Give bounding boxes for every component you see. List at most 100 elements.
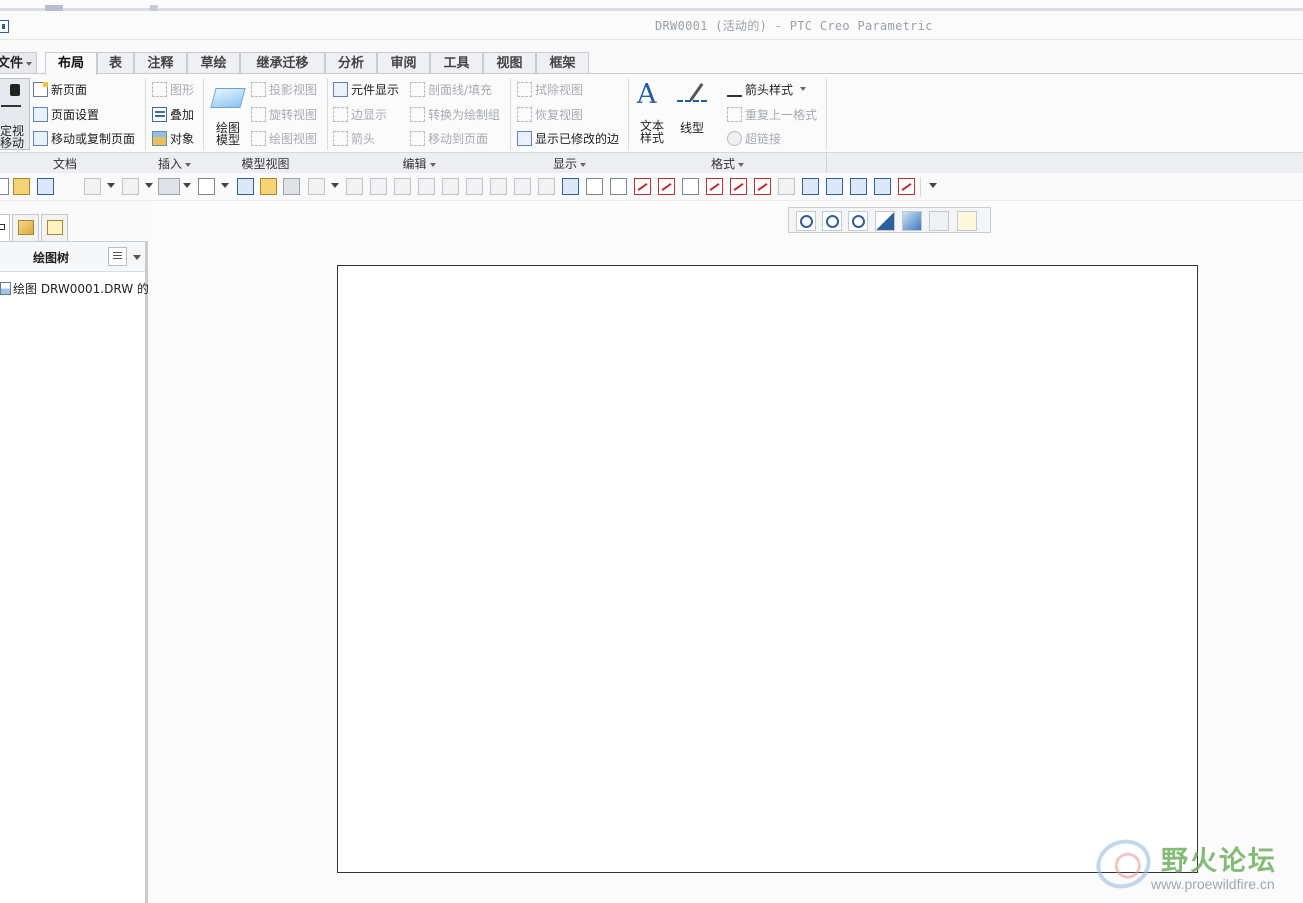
ruler-icon[interactable] <box>346 178 363 195</box>
tab-table[interactable]: 表 <box>97 52 134 74</box>
text-style-button[interactable]: A 文本 样式 <box>634 80 670 150</box>
arrow-style-button[interactable]: 箭头样式 <box>727 79 807 99</box>
resume-view-icon <box>517 106 532 122</box>
object-button[interactable]: 对象 <box>152 128 194 148</box>
graph-icon[interactable] <box>562 178 579 195</box>
tab-review[interactable]: 审阅 <box>377 52 430 74</box>
eraser-icon[interactable] <box>682 178 699 195</box>
angle-icon[interactable] <box>418 178 435 195</box>
show-modified-edges-button[interactable]: 显示已修改的边 <box>517 128 619 148</box>
frame-icon[interactable] <box>466 178 483 195</box>
chevron-down-icon[interactable] <box>145 183 153 188</box>
wave-icon[interactable] <box>394 178 411 195</box>
tab-sketch[interactable]: 草绘 <box>187 52 240 74</box>
open-folder-icon[interactable] <box>13 178 30 195</box>
open-file-icon[interactable] <box>260 178 277 195</box>
convert-draft-group-button[interactable]: 转换为绘制组 <box>410 104 500 124</box>
group-label-insert[interactable]: 插入 <box>146 156 203 172</box>
drawing-model-button[interactable]: 绘图 模型 <box>208 82 248 150</box>
overlay-button[interactable]: 叠加 <box>152 104 194 124</box>
tab-file[interactable]: 文件 <box>0 52 37 74</box>
chevron-down-icon[interactable] <box>331 183 339 188</box>
link-icon[interactable] <box>778 178 795 195</box>
annotation-display-icon[interactable] <box>957 211 977 231</box>
drawing-view-button[interactable]: 绘图视图 <box>251 128 317 148</box>
paint-icon[interactable] <box>898 178 915 195</box>
tab-analysis[interactable]: 分析 <box>325 52 377 74</box>
tab-framework[interactable]: 框架 <box>536 52 589 74</box>
flag-icon[interactable] <box>730 178 747 195</box>
refit-icon[interactable] <box>796 211 816 231</box>
tree-options-icon[interactable] <box>108 247 127 266</box>
line-style-button[interactable]: 线型 <box>673 80 711 150</box>
checkbox-icon[interactable] <box>237 178 254 195</box>
graphic-button[interactable]: 图形 <box>152 79 194 99</box>
watermark-url: www.proewildfire.cn <box>1151 876 1275 892</box>
repeat-last-format-button[interactable]: 重复上一格式 <box>727 104 817 124</box>
chevron-down-icon[interactable] <box>221 183 229 188</box>
chevron-down-icon[interactable] <box>107 183 115 188</box>
scissors-icon[interactable] <box>634 178 651 195</box>
hatching-fill-button[interactable]: 剖面线/填充 <box>410 79 492 99</box>
text-edit-icon[interactable] <box>658 178 675 195</box>
chevron-down-icon[interactable] <box>133 255 141 260</box>
drawing-sheet[interactable] <box>337 265 1198 873</box>
hyperlink-button[interactable]: 超链接 <box>727 128 781 148</box>
save-icon[interactable] <box>37 178 54 195</box>
tab-layout[interactable]: 布局 <box>45 52 97 75</box>
cube-wire-icon[interactable] <box>802 178 819 195</box>
cross-out-icon[interactable] <box>754 178 771 195</box>
window-menu-icon[interactable] <box>0 20 9 33</box>
erase-view-button[interactable]: 拭除视图 <box>517 79 583 99</box>
group-label-display[interactable]: 显示 <box>511 156 628 172</box>
projection-view-button[interactable]: 投影视图 <box>251 79 317 99</box>
tab-view[interactable]: 视图 <box>483 52 536 74</box>
stamp-icon[interactable] <box>308 178 325 195</box>
circle-slash-icon[interactable] <box>442 178 459 195</box>
dimension-icon[interactable] <box>370 178 387 195</box>
lock-view-move-button[interactable]: 定视 移动 <box>0 78 30 150</box>
redo-icon[interactable] <box>122 178 139 195</box>
dimension-horizontal-icon[interactable] <box>586 178 603 195</box>
new-page-button[interactable]: 新页面 <box>33 79 87 99</box>
page-setup-button[interactable]: 页面设置 <box>33 104 99 124</box>
erase-view-icon <box>517 81 532 97</box>
zoom-out-icon[interactable] <box>848 211 868 231</box>
toolbar-overflow-icon[interactable] <box>929 183 937 188</box>
cube-hidden-icon[interactable] <box>826 178 843 195</box>
tab-legacy-migration[interactable]: 继承迁移 <box>240 52 325 74</box>
undo-icon[interactable] <box>84 178 101 195</box>
select-box-icon[interactable] <box>158 178 180 195</box>
snap-icon[interactable] <box>283 178 300 195</box>
dimension-width-icon[interactable] <box>610 178 627 195</box>
display-style-icon[interactable] <box>902 211 922 231</box>
group-label-format[interactable]: 格式 <box>629 156 826 172</box>
sheet-setup-icon[interactable] <box>929 211 949 231</box>
revolved-view-button[interactable]: 旋转视图 <box>251 104 317 124</box>
move-copy-page-button[interactable]: 移动或复制页面 <box>33 128 135 148</box>
datum-axis-icon[interactable] <box>538 178 555 195</box>
tree-item-drawing[interactable]: 绘图 DRW0001.DRW 的 <box>0 280 149 297</box>
group-label-edit[interactable]: 编辑 <box>328 156 510 172</box>
dotted-icon[interactable] <box>490 178 507 195</box>
move-to-page-button[interactable]: 移动到页面 <box>410 128 488 148</box>
new-icon[interactable] <box>0 178 9 195</box>
edge-display-button[interactable]: 边显示 <box>333 104 387 124</box>
cube-shaded-icon[interactable] <box>850 178 867 195</box>
overlay-label: 叠加 <box>170 107 195 122</box>
nav-tab-folder-browser[interactable] <box>12 214 39 241</box>
arrow-button[interactable]: 箭头 <box>333 128 375 148</box>
component-display-button[interactable]: 元件显示 <box>333 79 399 99</box>
datum-icon[interactable] <box>514 178 531 195</box>
tab-annotate[interactable]: 注释 <box>134 52 187 74</box>
repaint-icon[interactable] <box>875 211 895 231</box>
resume-view-button[interactable]: 恢复视图 <box>517 104 583 124</box>
delete-box-icon[interactable] <box>706 178 723 195</box>
nav-tab-model-tree[interactable] <box>0 214 10 241</box>
tab-tools[interactable]: 工具 <box>430 52 483 74</box>
nav-tab-favorites[interactable] <box>41 214 68 241</box>
select-mode-icon[interactable] <box>198 178 215 195</box>
zoom-in-icon[interactable] <box>822 211 842 231</box>
cube-solid-icon[interactable] <box>874 178 891 195</box>
chevron-down-icon[interactable] <box>183 183 191 188</box>
